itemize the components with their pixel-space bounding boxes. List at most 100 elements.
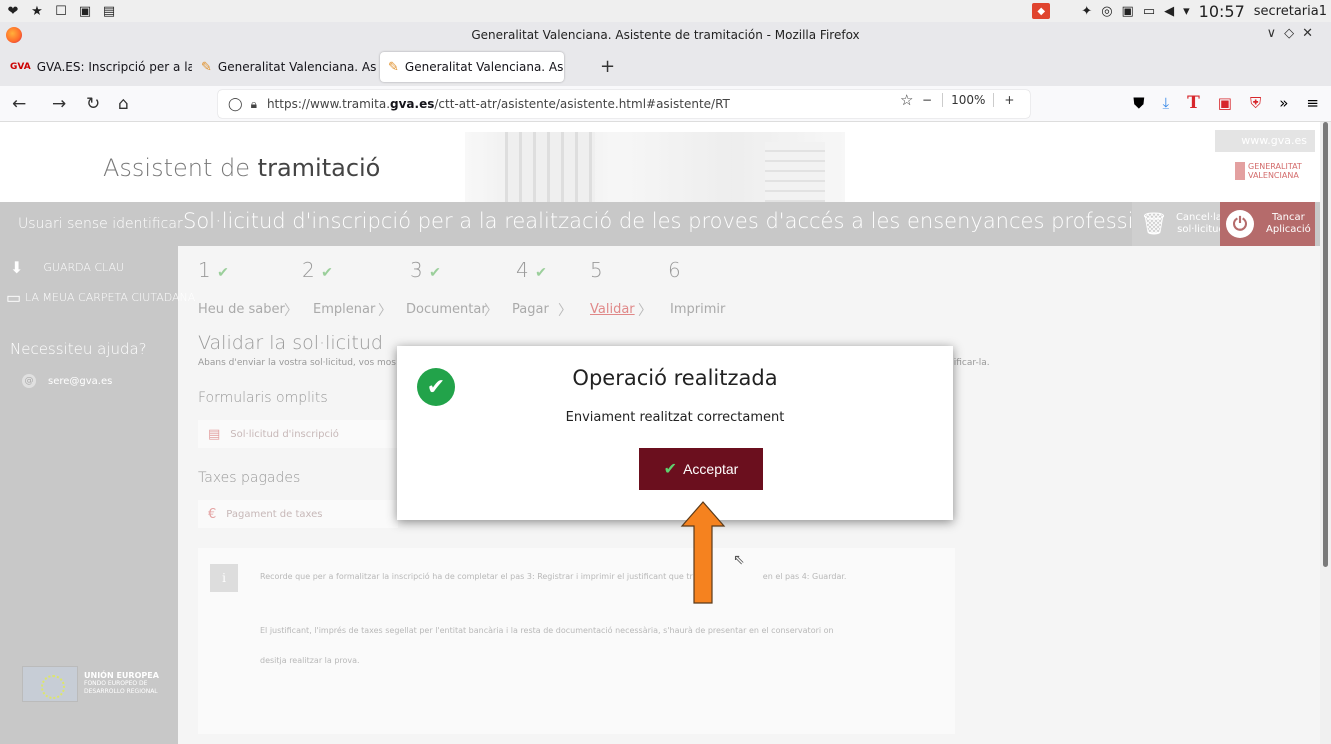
zoom-controls: − 100% +	[922, 93, 1014, 107]
clipboard-icon[interactable]: ▣	[1122, 4, 1134, 19]
note-line-1: Recorde que per a formalitzar la inscrip…	[260, 572, 847, 581]
step-2-number: 2 ✔	[302, 258, 333, 282]
network-icon[interactable]: ✦	[1081, 4, 1092, 19]
window-title: Generalitat Valenciana. Asistente de tra…	[471, 28, 860, 42]
chevron-right-icon: 〉	[484, 303, 498, 319]
zoom-in-button[interactable]: +	[1004, 93, 1014, 107]
overflow-menu-icon[interactable]: »	[1279, 94, 1288, 112]
page-scrollbar[interactable]	[1320, 122, 1331, 744]
step-2-label[interactable]: Emplenar	[313, 302, 375, 317]
check-icon: ✔	[429, 265, 441, 281]
chevron-right-icon: 〉	[378, 303, 392, 319]
clock[interactable]: 10:57	[1199, 2, 1245, 21]
tray-app-icon[interactable]: ◆	[1032, 3, 1051, 19]
cancel-request-button[interactable]: 🗑︎ Cancel·lar sol·licitud	[1132, 202, 1226, 246]
sidebar-item-folder[interactable]: ▭ LA MEUA CARPETA CIUTADANA	[6, 288, 195, 307]
pocket-icon[interactable]: ⛊	[1133, 94, 1144, 112]
extension-icon[interactable]: ▣	[1218, 94, 1232, 112]
zoom-level[interactable]: 100%	[942, 93, 995, 107]
help-email-link[interactable]: @ sere@gva.es	[22, 374, 112, 388]
media-icon[interactable]: ◎	[1101, 4, 1112, 19]
form-item[interactable]: ▤ Sol·licitud d'inscripció	[198, 420, 398, 448]
eu-flag-icon	[22, 666, 78, 702]
terminal-icon[interactable]: ▣	[78, 4, 92, 19]
info-note: i Recorde que per a formalitzar la inscr…	[198, 548, 955, 734]
new-tab-button[interactable]: +	[600, 56, 615, 77]
step-3-label[interactable]: Documentar	[406, 302, 487, 317]
form-item-label: Sol·licitud d'inscripció	[230, 428, 339, 440]
download-icon[interactable]: ⤓	[1162, 94, 1169, 112]
fee-item-label: Pagament de taxes	[226, 508, 323, 520]
sidebar-item-label: LA MEUA CARPETA CIUTADANA	[25, 291, 196, 304]
tab-generalitat-2[interactable]: ✎ Generalitat Valenciana. As ✕	[380, 52, 564, 82]
close-app-button[interactable]: ⏻ Tancar Aplicació	[1220, 202, 1315, 246]
translate-extension-icon[interactable]: T	[1187, 93, 1200, 113]
tab-generalitat-1[interactable]: ✎ Generalitat Valenciana. As ✕	[193, 52, 379, 82]
pen-favicon-icon: ✎	[388, 59, 399, 75]
close-line1: Tancar	[1272, 212, 1305, 223]
accept-button[interactable]: ✔ Acceptar	[639, 448, 763, 490]
step-1-label[interactable]: Heu de saber	[198, 302, 285, 317]
window-icon[interactable]: ☐	[54, 4, 68, 19]
note-line-2: El justificant, l'imprés de taxes segell…	[260, 626, 834, 635]
page-header: Assistent de tramitació www.gva.es GENER…	[0, 122, 1320, 202]
home-button[interactable]: ⌂	[118, 94, 129, 114]
files-icon[interactable]: ▤	[102, 4, 116, 19]
reload-button[interactable]: ↻	[86, 94, 100, 114]
close-line2: Aplicació	[1266, 224, 1311, 235]
mouse-cursor-icon: ⇖	[733, 552, 745, 568]
step-4-label[interactable]: Pagar	[512, 302, 549, 317]
step-1-number: 1 ✔	[198, 258, 229, 282]
sidebar-item-save-key[interactable]: ⬇ GUARDA CLAU	[10, 258, 124, 277]
at-icon: @	[22, 374, 36, 388]
briefcase-icon: ▭	[6, 288, 22, 307]
gva-site-link[interactable]: www.gva.es	[1215, 130, 1315, 152]
back-button[interactable]: ←	[12, 94, 26, 114]
trash-icon: 🗑︎	[1140, 211, 1168, 237]
site-brand[interactable]: Assistent de tramitació	[103, 154, 380, 182]
favorites-icon[interactable]: ★	[30, 4, 44, 19]
section-title: Validar la sol·licitud	[198, 332, 383, 354]
eu-sub2: DESARROLLO REGIONAL	[84, 688, 158, 695]
power-icon: ⏻	[1226, 210, 1254, 238]
tracking-shield-icon[interactable]: ◯	[228, 97, 243, 112]
fee-item[interactable]: € Pagament de taxes	[198, 500, 398, 528]
zoom-out-button[interactable]: −	[922, 93, 932, 107]
header-building-image	[465, 132, 845, 202]
check-icon: ✔	[663, 461, 678, 478]
tab-label: Generalitat Valenciana. As	[404, 60, 564, 74]
tab-gva-inscripcio[interactable]: GVA GVA.ES: Inscripció per a la ✕	[2, 52, 192, 82]
bookmark-star-icon[interactable]: ☆	[900, 91, 913, 109]
section-description: Abans d'enviar la vostra sol·licitud, vo…	[198, 358, 396, 368]
app-menu-icon[interactable]: ❤	[6, 4, 20, 19]
display-icon[interactable]: ▭	[1143, 4, 1155, 19]
dialog-message: Enviament realitzat correctament	[565, 410, 785, 425]
dropdown-icon[interactable]: ▾	[1183, 4, 1190, 19]
step-6-number: 6	[668, 258, 681, 282]
scrollbar-thumb[interactable]	[1323, 122, 1328, 567]
generalitat-crest-icon	[1235, 162, 1245, 180]
lock-icon[interactable]: 🔒︎	[251, 97, 257, 112]
forward-button[interactable]: →	[52, 94, 66, 114]
brand-light: Assistent de	[103, 154, 251, 182]
step-5-label[interactable]: Validar	[590, 302, 635, 317]
toolbar-extensions: ⛊ ⤓ T ▣ ⛨ » ≡	[1133, 93, 1319, 113]
euro-icon: €	[208, 506, 217, 522]
os-panel: ❤ ★ ☐ ▣ ▤ ◆ ✦ ◎ ▣ ▭ ◀ ▾ 10:57 secretaria…	[0, 0, 1331, 22]
volume-icon[interactable]: ◀	[1164, 4, 1174, 19]
step-6-label[interactable]: Imprimir	[670, 302, 725, 317]
fees-heading: Taxes pagades	[198, 470, 301, 486]
navigation-bar: ← → ↻ ⌂ ◯ 🔒︎ https://www.tramita. gva.es /…	[0, 86, 1331, 122]
forms-heading: Formularis omplits	[198, 390, 328, 406]
hamburger-menu-icon[interactable]: ≡	[1306, 94, 1319, 112]
ublock-icon[interactable]: ⛨	[1250, 94, 1261, 112]
eu-feder-logo: UNIÓN EUROPEA FONDO EUROPEO DE DESARROLL…	[22, 666, 159, 702]
step-3-number: 3 ✔	[410, 258, 441, 282]
generalitat-logo[interactable]: GENERALITAT VALENCIANA	[1235, 162, 1302, 180]
gva-favicon-icon: GVA	[10, 62, 31, 72]
window-controls[interactable]: ∨◇✕	[1267, 26, 1321, 41]
sidebar: ⬇ GUARDA CLAU ▭ LA MEUA CARPETA CIUTADAN…	[0, 246, 195, 744]
session-user[interactable]: secretaria1	[1254, 4, 1327, 19]
firefox-logo-icon	[6, 27, 22, 43]
eu-title: UNIÓN EUROPEA	[84, 671, 159, 680]
